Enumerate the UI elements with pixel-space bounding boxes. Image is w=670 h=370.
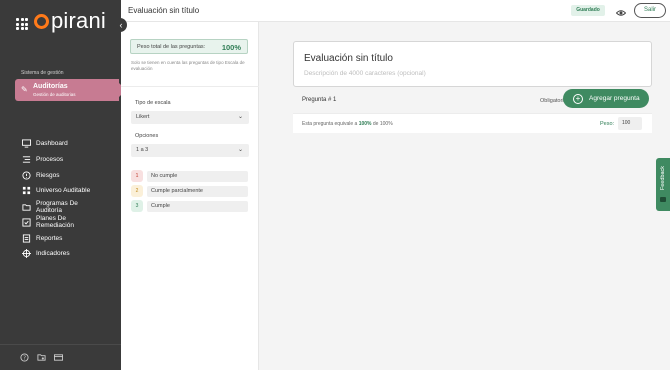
report-icon xyxy=(22,234,31,243)
section-label: Sistema de gestión xyxy=(21,70,64,76)
scale-option-1: 1 No cumple xyxy=(131,170,248,182)
total-weight-value: 100% xyxy=(221,43,241,52)
add-question-button[interactable]: + Agregar pregunta xyxy=(563,89,649,108)
evaluation-title-input[interactable]: Evaluación sin título xyxy=(304,53,393,64)
evaluation-description-input[interactable]: Descripción de 4000 caracteres (opcional… xyxy=(304,70,426,77)
weight-note: Solo se tienen en cuenta las preguntas d… xyxy=(131,60,245,71)
options-value: 1 a 3 xyxy=(136,147,149,153)
folder-settings-icon[interactable] xyxy=(37,353,46,362)
sidebar-item-processes[interactable]: Procesos xyxy=(22,155,63,164)
help-icon[interactable]: ? xyxy=(20,353,29,362)
module-subtitle: Gestión de auditorias xyxy=(33,92,76,97)
sidebar-item-risks[interactable]: Riesgos xyxy=(22,171,59,180)
option-text-input[interactable]: No cumple xyxy=(147,170,248,182)
chevron-down-icon: ⌄ xyxy=(237,147,243,153)
add-question-label: Agregar pregunta xyxy=(589,95,640,102)
total-weight-box: Peso total de las preguntas: 100% xyxy=(130,39,248,54)
scale-type-label: Tipo de escala xyxy=(135,100,171,106)
option-text-input[interactable]: Cumple xyxy=(147,200,248,212)
question-weight-row: Esta pregunta equivale a 100% de 100% Pe… xyxy=(293,113,652,133)
sidebar-item-indicators[interactable]: Indicadores xyxy=(22,249,70,258)
weight-input[interactable]: 100 xyxy=(618,117,642,130)
process-icon xyxy=(22,155,31,164)
sidebar-item-audit-programs[interactable]: Programas De Auditoría xyxy=(22,200,96,214)
card-icon[interactable] xyxy=(54,353,63,362)
sidebar-item-auditable-universe[interactable]: Universo Auditable xyxy=(22,186,90,195)
document-title: Evaluación sin título xyxy=(128,6,200,15)
svg-text:?: ? xyxy=(23,356,26,362)
weight-label: Peso: xyxy=(600,121,615,127)
feedback-label: Feedback xyxy=(660,166,666,191)
checkbox-icon xyxy=(22,217,31,227)
preview-eye-icon[interactable] xyxy=(615,5,627,16)
option-number: 2 xyxy=(131,185,143,197)
exit-button[interactable]: Salir xyxy=(634,3,666,18)
scale-type-value: Likert xyxy=(136,114,150,120)
monitor-icon xyxy=(22,139,31,148)
logo-text: pirani xyxy=(51,8,107,33)
plus-circle-icon: + xyxy=(573,93,583,104)
sidebar-item-reports[interactable]: Reportes xyxy=(22,234,62,243)
total-weight-label: Peso total de las preguntas: xyxy=(137,44,206,50)
sidebar-divider xyxy=(0,344,121,345)
evaluation-title-card: Evaluación sin título Descripción de 400… xyxy=(293,41,652,87)
panel-divider xyxy=(121,86,259,87)
options-select[interactable]: 1 a 3 ⌄ xyxy=(131,144,249,157)
grid-icon xyxy=(22,186,31,195)
sidebar-item-remediation-plans[interactable]: Planes De Remediación xyxy=(22,215,96,229)
option-text-input[interactable]: Cumple parcialmente xyxy=(147,185,248,197)
folder-icon xyxy=(22,203,31,212)
feedback-tab[interactable]: Feedback xyxy=(656,158,670,211)
question-equivalence-text: Esta pregunta equivale a 100% de 100% xyxy=(302,121,393,127)
saved-status-badge: Guardado xyxy=(571,5,605,16)
warning-circle-icon xyxy=(22,171,31,180)
top-header: Evaluación sin título Guardado Salir xyxy=(121,0,670,22)
option-number: 1 xyxy=(131,170,143,182)
scale-type-select[interactable]: Likert ⌄ xyxy=(131,111,249,124)
options-label: Opciones xyxy=(135,133,159,139)
option-number: 3 xyxy=(131,200,143,212)
target-icon xyxy=(22,249,31,258)
sidebar: pirani Sistema de gestión ✎ Auditorías G… xyxy=(0,0,126,370)
question-number-label: Pregunta # 1 xyxy=(302,97,337,103)
scale-option-2: 2 Cumple parcialmente xyxy=(131,185,248,197)
audit-icon: ✎ xyxy=(21,85,28,94)
sidebar-item-dashboard[interactable]: Dashboard xyxy=(22,139,68,148)
active-module-audits[interactable]: ✎ Auditorías Gestión de auditorias xyxy=(15,79,126,101)
logo-mark xyxy=(34,13,49,29)
scale-option-3: 3 Cumple xyxy=(131,200,248,212)
apps-grid-icon[interactable] xyxy=(16,18,28,30)
settings-panel: Peso total de las preguntas: 100% Solo s… xyxy=(121,22,259,370)
sidebar-bottom-icons: ? xyxy=(20,353,63,362)
feedback-icon xyxy=(660,197,666,202)
chevron-down-icon: ⌄ xyxy=(237,114,243,120)
module-title: Auditorías xyxy=(33,83,68,90)
pirani-logo[interactable]: pirani xyxy=(34,8,107,33)
